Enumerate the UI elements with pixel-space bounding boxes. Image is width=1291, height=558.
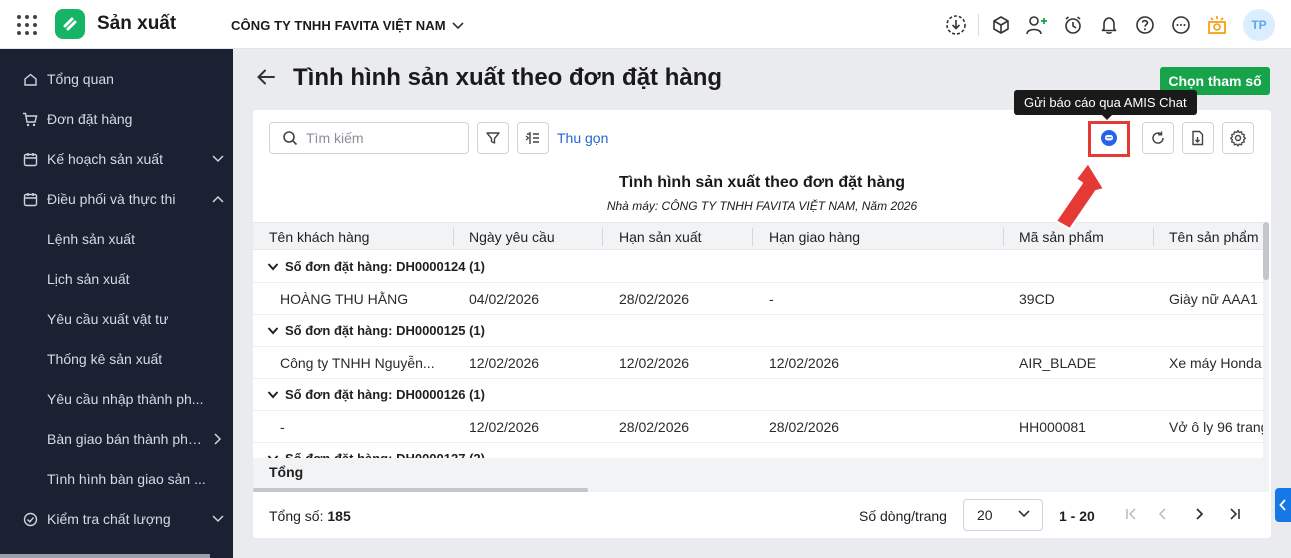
table-row[interactable]: HOÀNG THU HẰNG 04/02/2026 28/02/2026 - 3…: [253, 283, 1263, 315]
total-row: Tổng: [253, 458, 1263, 486]
column-header[interactable]: Ngày yêu cầu: [469, 223, 555, 251]
package-icon[interactable]: [983, 7, 1019, 43]
bell-icon[interactable]: [1091, 7, 1127, 43]
calendar-icon: [22, 151, 38, 167]
help-icon[interactable]: [1127, 7, 1163, 43]
sidebar-item-production-orders[interactable]: Lệnh sản xuất: [0, 219, 233, 259]
vertical-scrollbar[interactable]: [1263, 222, 1269, 492]
search-input[interactable]: [306, 130, 456, 146]
gear-icon: [1229, 129, 1247, 147]
sidebar-item-handover-status[interactable]: Tình hình bàn giao sản ...: [0, 459, 233, 499]
rows-per-page-select[interactable]: 20: [963, 499, 1043, 531]
download-icon[interactable]: [938, 7, 974, 43]
sidebar-item-orders[interactable]: Đơn đặt hàng: [0, 99, 233, 139]
home-icon: [22, 71, 38, 87]
sidebar-item-production-plan[interactable]: Kế hoạch sản xuất: [0, 139, 233, 179]
avatar[interactable]: TP: [1243, 8, 1275, 41]
sidebar: Tổng quan Đơn đặt hàng Kế hoạch sản xuất…: [0, 49, 233, 558]
top-bar: Sản xuất CÔNG TY TNHH FAVITA VIỆT NAM TP: [0, 0, 1291, 49]
page-range: 1 - 20: [1059, 508, 1095, 524]
chevron-down-icon: [267, 263, 279, 271]
panel-toggle-tab[interactable]: [1275, 488, 1291, 522]
column-header[interactable]: Tên sản phẩm: [1169, 223, 1259, 251]
group-row[interactable]: Số đơn đặt hàng: DH0000126 (1): [253, 379, 1263, 411]
check-circle-icon: [22, 511, 38, 527]
chevron-left-icon: [1279, 499, 1286, 511]
search-box[interactable]: [269, 122, 469, 154]
cart-icon: [22, 111, 38, 127]
sidebar-item-production-stats[interactable]: Thống kê sản xuất: [0, 339, 233, 379]
back-arrow-icon[interactable]: [255, 66, 277, 88]
collapse-link[interactable]: Thu gọn: [557, 130, 608, 146]
app-name: Sản xuất: [97, 13, 177, 34]
report-title: Tình hình sản xuất theo đơn đặt hàng: [618, 174, 906, 191]
sidebar-item-production-schedule[interactable]: Lịch sản xuất: [0, 259, 233, 299]
last-page-icon[interactable]: [1227, 506, 1243, 522]
more-icon[interactable]: [1163, 7, 1199, 43]
column-header[interactable]: Hạn giao hàng: [769, 223, 860, 251]
calendar-icon: [22, 191, 38, 207]
sidebar-item-coordination[interactable]: Điều phối và thực thi: [0, 179, 233, 219]
table-row[interactable]: - 12/02/2026 28/02/2026 28/02/2026 HH000…: [253, 411, 1263, 443]
sidebar-item-overview[interactable]: Tổng quan: [0, 59, 233, 99]
chevron-down-icon: [211, 512, 225, 526]
filter-button[interactable]: [477, 122, 509, 154]
next-page-icon[interactable]: [1191, 506, 1207, 522]
list-group-icon: [525, 132, 539, 144]
search-icon: [283, 131, 298, 146]
page-title: Tình hình sản xuất theo đơn đặt hàng: [293, 64, 723, 91]
add-user-icon[interactable]: [1019, 7, 1055, 43]
company-name: CÔNG TY TNHH FAVITA VIỆT NAM: [231, 18, 446, 33]
refresh-icon: [1152, 131, 1164, 144]
column-header[interactable]: Hạn sản xuất: [619, 223, 702, 251]
chevron-right-icon: [211, 432, 225, 446]
sidebar-item-semi-finished-handover[interactable]: Bàn giao bán thành phẩm: [0, 419, 233, 459]
group-button[interactable]: [517, 122, 549, 154]
news-icon[interactable]: [1199, 7, 1235, 43]
table-row[interactable]: Công ty TNHH Nguyễn... 12/02/2026 12/02/…: [253, 347, 1263, 379]
chevron-down-icon: [1018, 510, 1030, 518]
chevron-up-icon: [211, 192, 225, 206]
export-button[interactable]: [1182, 122, 1214, 154]
refresh-button[interactable]: [1142, 122, 1174, 154]
app-logo-icon: [55, 9, 85, 39]
chevron-down-icon: [267, 327, 279, 335]
pagination-footer: Tổng số: 185 Số dòng/trang 20 1 - 20: [253, 496, 1271, 536]
sidebar-item-quality-check[interactable]: Kiểm tra chất lượng: [0, 499, 233, 539]
report-subtitle: Nhà máy: CÔNG TY TNHH FAVITA VIỆT NAM, N…: [606, 199, 918, 213]
highlight-box: [1088, 121, 1130, 157]
group-row[interactable]: Số đơn đặt hàng: DH0000125 (1): [253, 315, 1263, 347]
prev-page-icon[interactable]: [1155, 506, 1171, 522]
chevron-down-icon: [267, 391, 279, 399]
export-file-icon: [1192, 130, 1204, 146]
column-header[interactable]: Tên khách hàng: [269, 223, 369, 251]
table-header: Tên khách hàng Ngày yêu cầu Hạn sản xuất…: [253, 222, 1263, 250]
filter-icon: [486, 132, 500, 144]
annotation-arrow-icon: [1055, 162, 1105, 230]
company-selector[interactable]: CÔNG TY TNHH FAVITA VIỆT NAM: [231, 18, 464, 33]
app-grid-icon[interactable]: [17, 15, 37, 35]
rows-per-page-label: Số dòng/trang: [859, 508, 947, 524]
report-table: Tên khách hàng Ngày yêu cầu Hạn sản xuất…: [253, 222, 1263, 492]
horizontal-scrollbar[interactable]: [253, 486, 1263, 492]
sidebar-scrollbar[interactable]: [0, 554, 210, 558]
chevron-down-icon: [452, 21, 464, 29]
settings-button[interactable]: [1222, 122, 1254, 154]
sidebar-item-material-request[interactable]: Yêu cầu xuất vật tư: [0, 299, 233, 339]
amis-chat-tooltip: Gửi báo cáo qua AMIS Chat: [1014, 90, 1197, 120]
report-card: Thu gọn Tình hình sản xuất theo đơn đặt …: [253, 110, 1271, 538]
alarm-clock-icon[interactable]: [1055, 7, 1091, 43]
chevron-down-icon: [211, 152, 225, 166]
group-row[interactable]: Số đơn đặt hàng: DH0000124 (1): [253, 251, 1263, 283]
total-count: Tổng số: 185: [269, 508, 351, 524]
first-page-icon[interactable]: [1123, 506, 1139, 522]
sidebar-item-finished-goods-request[interactable]: Yêu cầu nhập thành ph...: [0, 379, 233, 419]
